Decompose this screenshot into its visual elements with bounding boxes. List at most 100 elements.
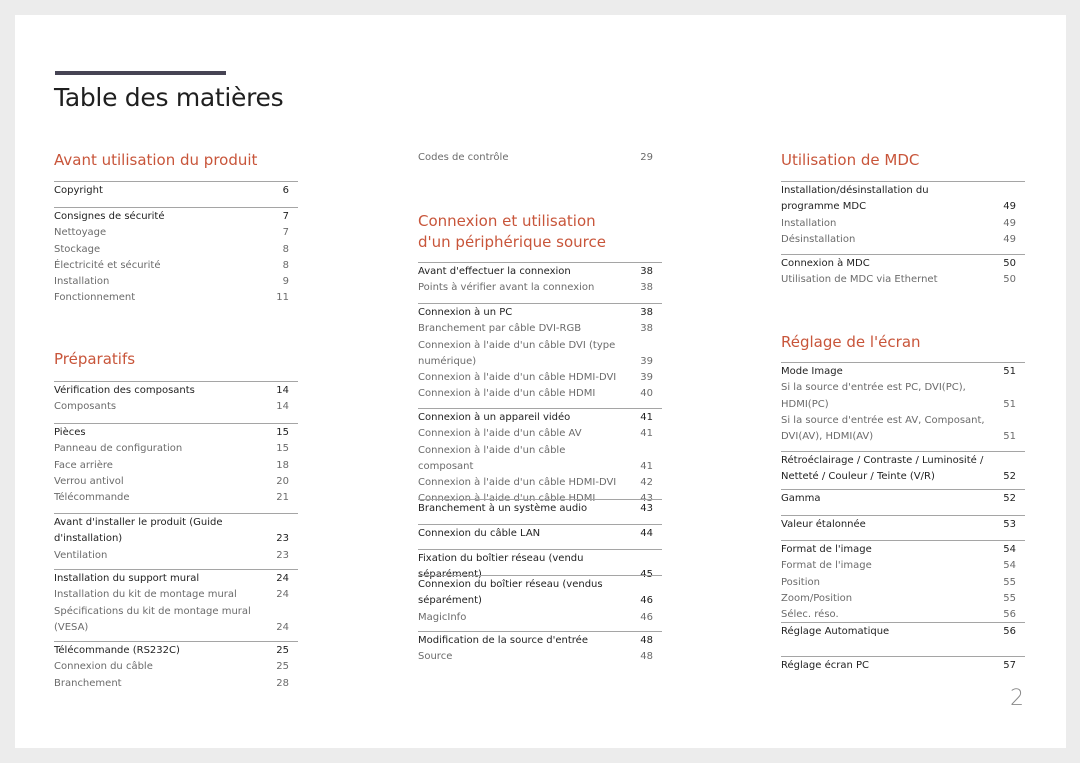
toc-entry-sub[interactable]: Face arrière 18: [54, 458, 298, 474]
toc-entry-main[interactable]: Réglage écran PC 57: [781, 658, 1025, 674]
section-heading-connexion-et-utilisation-d-un-peripherique-source[interactable]: Connexion et utilisation d'un périphériq…: [418, 211, 662, 253]
toc-entry-sub[interactable]: Zoom/Position 55: [781, 591, 1025, 607]
toc-entry-main[interactable]: Pièces 15: [54, 425, 298, 441]
toc-entry-main[interactable]: Vérification des composants 14: [54, 383, 298, 399]
toc-entry-sub[interactable]: Installation du kit de montage mural 24: [54, 587, 298, 603]
toc-entry-main[interactable]: Modification de la source d'entrée 48: [418, 633, 662, 649]
toc-entry-main[interactable]: Télécommande (RS232C) 25: [54, 643, 298, 659]
toc-entry-sub[interactable]: Connexion à l'aide d'un câble AV 41: [418, 426, 662, 442]
toc-entry-main[interactable]: Rétroéclairage / Contraste / Luminosité …: [781, 453, 1025, 486]
toc-entry-page-number: 52: [1003, 471, 1016, 483]
toc-entry-sub[interactable]: Connexion du câble 25: [54, 659, 298, 675]
toc-entry-label: Points à vérifier avant la connexion: [418, 282, 595, 294]
toc-entry-label: Verrou antivol: [54, 475, 124, 487]
toc-entry-label: Panneau de configuration: [54, 443, 183, 455]
toc-entry-page-number: 7: [282, 227, 289, 239]
toc-entry-label: Connexion à l'aide d'un câble composant: [418, 444, 566, 472]
toc-entry-sub[interactable]: Codes de contrôle 29: [418, 150, 662, 166]
toc-entry-page-number: 51: [1003, 366, 1016, 377]
toc-entry-label: MagicInfo: [418, 611, 467, 623]
toc-entry-label: Nettoyage: [54, 227, 107, 239]
toc-entry-label: Avant d'effectuer la connexion: [418, 266, 571, 277]
toc-entry-sub[interactable]: Branchement par câble DVI-RGB 38: [418, 321, 662, 337]
toc-entry-sub[interactable]: Verrou antivol 20: [54, 474, 298, 490]
toc-entry-sub[interactable]: MagicInfo 46: [418, 610, 662, 626]
toc-entry-page-number: 39: [640, 372, 653, 384]
section-heading-preparatifs[interactable]: Préparatifs: [54, 349, 298, 370]
toc-group: Consignes de sécurité 7 Nettoyage 7 Stockage…: [54, 207, 298, 307]
toc-entry-label: Installation du kit de montage mural: [54, 589, 237, 601]
toc-entry-sub[interactable]: Source 48: [418, 649, 662, 665]
toc-entry-label: Mode Image: [781, 366, 843, 377]
toc-entry-sub[interactable]: Désinstallation 49: [781, 232, 1025, 248]
toc-entry-label: Télécommande (RS232C): [54, 645, 180, 656]
toc-entry-sub[interactable]: Si la source d'entrée est PC, DVI(PC), H…: [781, 380, 1025, 413]
section-heading-reglage-de-l-ecran[interactable]: Réglage de l'écran: [781, 332, 1025, 353]
toc-entry-main[interactable]: Connexion du boîtier réseau (vendus sépa…: [418, 577, 662, 610]
toc-entry-label: Si la source d'entrée est AV, Composant,…: [781, 414, 985, 443]
section-heading-utilisation-de-mdc[interactable]: Utilisation de MDC: [781, 150, 1025, 171]
toc-entry-page-number: 49: [1003, 217, 1016, 229]
toc-entry-page-number: 54: [1003, 544, 1016, 555]
toc-entry-sub[interactable]: Stockage 8: [54, 242, 298, 258]
toc-entry-main[interactable]: Valeur étalonnée 53: [781, 517, 1025, 533]
toc-group: Copyright 6: [54, 181, 298, 199]
toc-entry-sub[interactable]: Si la source d'entrée est AV, Composant,…: [781, 413, 1025, 446]
toc-entry-label: Source: [418, 651, 453, 663]
toc-entry-sub[interactable]: Branchement 28: [54, 676, 298, 692]
toc-entry-main[interactable]: Gamma 52: [781, 491, 1025, 507]
toc-entry-sub[interactable]: Fonctionnement 11: [54, 290, 298, 306]
toc-entry-main[interactable]: Consignes de sécurité 7: [54, 209, 298, 225]
toc-entry-sub[interactable]: Nettoyage 7: [54, 225, 298, 241]
toc-entry-main[interactable]: Connexion à MDC 50: [781, 256, 1025, 272]
toc-entry-sub[interactable]: Électricité et sécurité 8: [54, 258, 298, 274]
toc-entry-sub[interactable]: Format de l'image 54: [781, 558, 1025, 574]
toc-entry-sub[interactable]: Ventilation 23: [54, 548, 298, 564]
toc-entry-main[interactable]: Branchement à un système audio 43: [418, 501, 662, 517]
toc-entry-main[interactable]: Connexion à un PC 38: [418, 305, 662, 321]
toc-entry-main[interactable]: Avant d'effectuer la connexion 38: [418, 264, 662, 280]
toc-entry-sub[interactable]: Utilisation de MDC via Ethernet 50: [781, 272, 1025, 288]
toc-entry-label: Connexion du boîtier réseau (vendus sépa…: [418, 579, 603, 607]
toc-entry-sub[interactable]: Connexion à l'aide d'un câble composant 4…: [418, 443, 662, 476]
toc-entry-page-number: 25: [276, 645, 289, 656]
toc-entry-sub[interactable]: Composants 14: [54, 399, 298, 415]
toc-entry-label: Spécifications du kit de montage mural (…: [54, 605, 251, 633]
toc-entry-main[interactable]: Mode Image 51: [781, 364, 1025, 380]
toc-entry-label: Connexion à l'aide d'un câble HDMI-DVI: [418, 372, 617, 384]
toc-entry-page-number: 50: [1003, 258, 1016, 269]
toc-entry-main[interactable]: Installation/désinstallation du programm…: [781, 183, 1025, 216]
toc-entry-page-number: 41: [640, 428, 653, 440]
toc-entry-label: Installation: [781, 217, 837, 229]
toc-entry-page-number: 49: [1003, 233, 1016, 245]
toc-entry-main[interactable]: Copyright 6: [54, 183, 298, 199]
toc-entry-main[interactable]: Format de l'image 54: [781, 542, 1025, 558]
toc-entry-sub[interactable]: Installation 49: [781, 216, 1025, 232]
toc-group: Modification de la source d'entrée 48 Sour…: [418, 631, 662, 666]
toc-entry-label: Stockage: [54, 243, 101, 255]
toc-entry-sub[interactable]: Position 55: [781, 575, 1025, 591]
toc-entry-sub[interactable]: Télécommande 21: [54, 490, 298, 506]
page-number: 2: [1010, 686, 1024, 711]
toc-entry-sub[interactable]: Points à vérifier avant la connexion 38: [418, 280, 662, 296]
toc-entry-main[interactable]: Connexion du câble LAN 44: [418, 526, 662, 542]
toc-entry-main[interactable]: Réglage Automatique 56: [781, 624, 1025, 640]
page-title: Table des matières: [54, 83, 284, 112]
toc-entry-main[interactable]: Connexion à un appareil vidéo 41: [418, 410, 662, 426]
toc-entry-sub[interactable]: Connexion à l'aide d'un câble HDMI 40: [418, 386, 662, 402]
toc-entry-page-number: 40: [640, 388, 653, 400]
toc-group: Valeur étalonnée 53: [781, 515, 1025, 533]
toc-entry-sub[interactable]: Panneau de configuration 15: [54, 441, 298, 457]
section-heading-avant-utilisation-du-produit[interactable]: Avant utilisation du produit: [54, 150, 298, 171]
toc-entry-sub[interactable]: Connexion à l'aide d'un câble HDMI-DVI 39: [418, 370, 662, 386]
toc-entry-page-number: 46: [640, 611, 653, 623]
toc-entry-main[interactable]: Installation du support mural 24: [54, 571, 298, 587]
toc-entry-label: Installation: [54, 276, 110, 288]
toc-entry-sub[interactable]: Connexion à l'aide d'un câble DVI (type …: [418, 338, 662, 371]
toc-entry-page-number: 49: [1003, 201, 1016, 213]
toc-entry-main[interactable]: Avant d'installer le produit (Guide d'in…: [54, 515, 298, 548]
toc-entry-sub[interactable]: Installation 9: [54, 274, 298, 290]
toc-entry-page-number: 54: [1003, 560, 1016, 572]
toc-entry-sub[interactable]: Connexion à l'aide d'un câble HDMI-DVI 42: [418, 475, 662, 491]
toc-entry-sub[interactable]: Spécifications du kit de montage mural (…: [54, 604, 298, 637]
